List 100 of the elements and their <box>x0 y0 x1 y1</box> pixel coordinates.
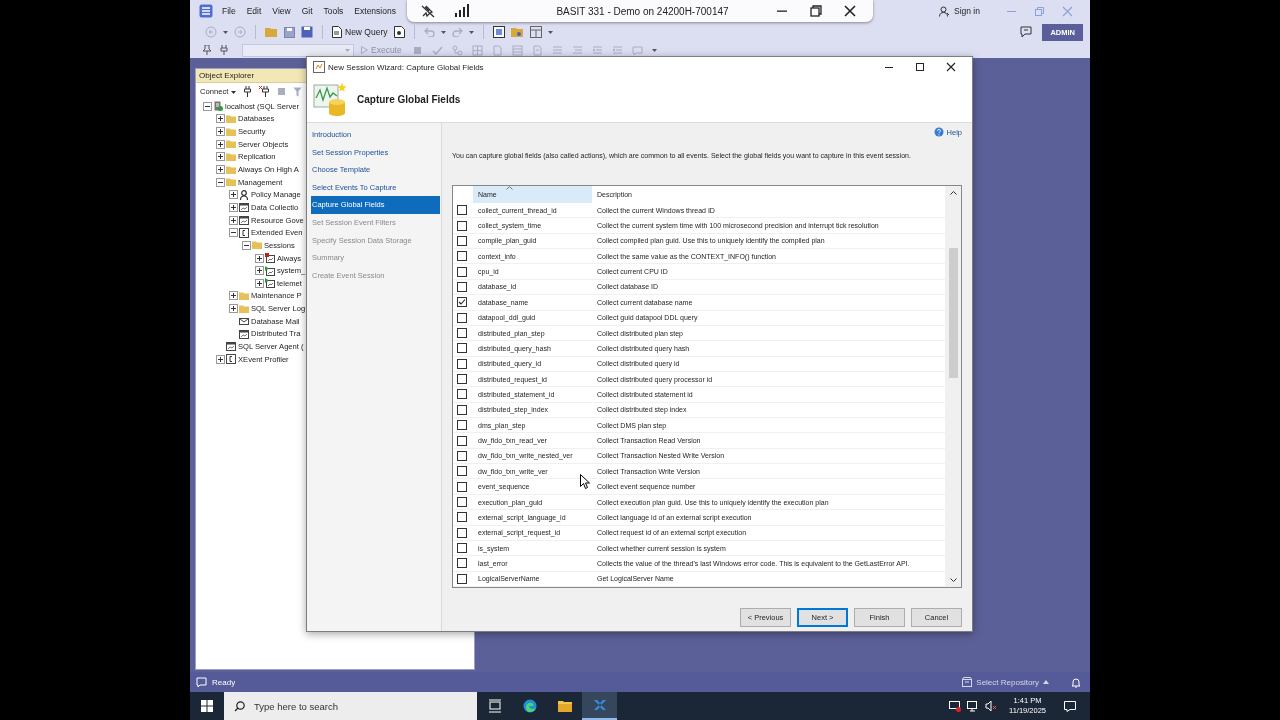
database-dropdown[interactable] <box>242 43 354 57</box>
menu-item[interactable]: Git <box>301 6 313 16</box>
person-icon[interactable] <box>939 5 950 17</box>
expand-icon[interactable] <box>216 354 225 364</box>
checkbox[interactable] <box>457 497 467 507</box>
collapse-icon[interactable] <box>229 228 238 238</box>
expand-icon[interactable] <box>255 266 264 276</box>
network-icon[interactable] <box>949 700 961 712</box>
checkbox[interactable] <box>457 235 467 246</box>
checkbox[interactable] <box>457 251 467 262</box>
checkbox[interactable] <box>457 281 467 292</box>
caret-icon[interactable] <box>547 30 553 34</box>
feedback-icon[interactable] <box>1020 26 1033 38</box>
menu-item[interactable]: View <box>272 6 291 16</box>
bell-icon[interactable] <box>1071 676 1081 688</box>
expand-icon[interactable] <box>229 304 238 314</box>
checkbox[interactable] <box>457 404 467 415</box>
expand-icon[interactable] <box>229 291 238 301</box>
notification-icon[interactable] <box>1064 700 1076 712</box>
menu-item[interactable]: Edit <box>246 6 262 16</box>
close-icon[interactable] <box>843 4 857 18</box>
menu-item[interactable]: Tools <box>323 6 344 16</box>
checkbox[interactable] <box>457 358 467 369</box>
check-icon[interactable] <box>431 44 443 56</box>
layout-icon[interactable] <box>529 26 542 38</box>
close-icon[interactable] <box>946 62 956 72</box>
caret-icon[interactable] <box>468 30 474 34</box>
folder-icon[interactable] <box>557 699 572 713</box>
save-icon[interactable] <box>284 26 295 38</box>
signal-icon[interactable] <box>454 4 470 18</box>
checkbox[interactable] <box>457 481 467 492</box>
search-field[interactable]: Type here to search <box>224 692 477 720</box>
checkbox[interactable] <box>457 389 467 400</box>
frame-icon[interactable] <box>492 26 505 38</box>
expand-icon[interactable] <box>216 152 225 162</box>
checkbox[interactable] <box>457 328 467 339</box>
expand-icon[interactable] <box>229 215 238 225</box>
chat-icon <box>196 676 207 688</box>
disconnect-icon[interactable] <box>259 86 271 97</box>
wizard-icon <box>313 61 325 73</box>
save-all-icon[interactable] <box>301 26 313 38</box>
monitor-icon[interactable] <box>967 700 979 712</box>
expand-icon[interactable] <box>216 127 225 137</box>
scrollbar-thumb[interactable] <box>948 248 958 378</box>
plug-icon[interactable] <box>243 86 253 97</box>
expand-icon[interactable] <box>229 202 238 212</box>
start-icon[interactable] <box>201 700 213 712</box>
menu-item[interactable]: Extensions <box>354 6 396 16</box>
checkbox[interactable] <box>457 543 467 554</box>
help-icon[interactable] <box>933 127 944 137</box>
expand-icon[interactable] <box>216 139 225 149</box>
checkbox[interactable] <box>457 343 467 354</box>
restore-icon[interactable] <box>809 4 823 18</box>
checkbox[interactable] <box>457 527 467 538</box>
expand-icon[interactable] <box>216 165 225 174</box>
play-icon <box>361 46 368 54</box>
checkbox[interactable] <box>457 420 467 431</box>
sign-in-link[interactable]: Sign in <box>954 6 980 16</box>
person-icon <box>239 189 249 200</box>
checkbox[interactable] <box>457 558 467 569</box>
new-query-button[interactable]: New Query <box>332 26 388 38</box>
checkbox[interactable] <box>457 266 467 277</box>
checkbox[interactable] <box>457 466 467 477</box>
collapse-icon[interactable] <box>242 240 251 250</box>
collapse-icon[interactable] <box>216 177 225 187</box>
checkbox[interactable] <box>457 512 467 523</box>
checkbox[interactable] <box>457 297 467 308</box>
expand-icon[interactable] <box>255 253 264 263</box>
browser-icon[interactable] <box>522 699 537 713</box>
maximize-icon[interactable] <box>915 62 925 72</box>
expand-icon[interactable] <box>216 114 225 124</box>
expand-icon[interactable] <box>229 190 238 200</box>
database-app-icon[interactable] <box>592 698 607 712</box>
collapse-icon[interactable] <box>203 101 212 111</box>
checkbox[interactable] <box>457 435 467 446</box>
menu-item[interactable]: File <box>222 6 236 16</box>
speaker-muted-icon[interactable] <box>985 700 997 712</box>
checkbox[interactable] <box>457 220 467 231</box>
caret-up-icon[interactable] <box>1043 680 1049 684</box>
scroll-up-icon[interactable] <box>949 191 957 195</box>
checkbox[interactable] <box>457 374 467 385</box>
repository-icon[interactable] <box>962 677 973 687</box>
scrollbar[interactable] <box>945 186 961 587</box>
checkbox[interactable] <box>457 205 467 216</box>
checkbox[interactable] <box>457 573 467 584</box>
caret-icon[interactable] <box>440 30 446 34</box>
pin-off-icon[interactable] <box>420 4 436 18</box>
caret-icon[interactable] <box>651 48 657 52</box>
query-file-icon[interactable] <box>393 26 405 38</box>
folder-icon <box>252 240 262 251</box>
bracket-icon <box>239 227 249 238</box>
checkbox[interactable] <box>457 450 467 461</box>
repository-selector[interactable]: Select Repository <box>976 677 1039 687</box>
scroll-down-icon[interactable] <box>949 578 957 582</box>
caret-icon[interactable] <box>223 30 228 34</box>
task-view-icon[interactable] <box>487 699 502 713</box>
checkbox[interactable] <box>457 312 467 323</box>
expand-icon[interactable] <box>255 278 264 288</box>
pin-icon[interactable] <box>202 45 212 55</box>
folder-search-icon[interactable] <box>510 26 524 38</box>
